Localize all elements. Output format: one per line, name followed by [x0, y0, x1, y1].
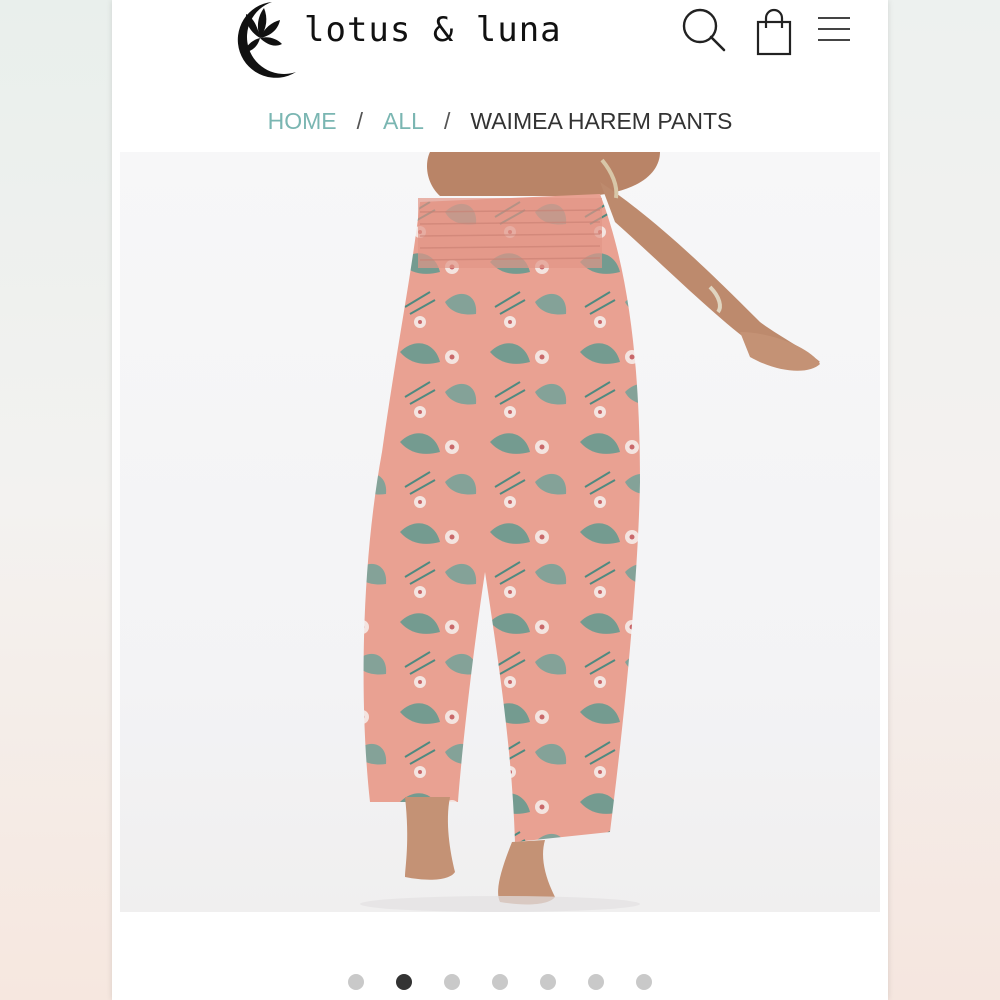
carousel-dot[interactable] — [348, 974, 364, 990]
menu-button[interactable] — [814, 14, 854, 46]
carousel-dots — [112, 974, 888, 990]
background-left — [0, 0, 112, 1000]
breadcrumb: HOME / ALL / WAIMEA HAREM PANTS — [112, 108, 888, 135]
carousel-dot[interactable] — [636, 974, 652, 990]
background-right — [888, 0, 1000, 1000]
product-photo-illustration — [360, 152, 820, 912]
breadcrumb-current: WAIMEA HAREM PANTS — [470, 108, 733, 134]
product-page: lotus & luna HOME / ALL / WAIMEA HAREM PANTS — [112, 0, 888, 1000]
carousel-dot[interactable] — [588, 974, 604, 990]
site-header: lotus & luna — [112, 0, 888, 90]
breadcrumb-all-link[interactable]: ALL — [383, 108, 424, 134]
lotus-moon-logo-icon[interactable] — [220, 0, 300, 82]
shopping-bag-icon — [756, 8, 792, 56]
cart-button[interactable] — [752, 6, 796, 58]
search-button[interactable] — [680, 6, 730, 56]
carousel-dot[interactable] — [492, 974, 508, 990]
carousel-dot-active[interactable] — [396, 974, 412, 990]
product-image[interactable] — [120, 152, 880, 912]
breadcrumb-separator: / — [443, 108, 451, 134]
carousel-dot[interactable] — [540, 974, 556, 990]
search-icon — [682, 8, 726, 52]
hamburger-menu-icon — [818, 17, 850, 41]
breadcrumb-separator: / — [356, 108, 364, 134]
brand-name[interactable]: lotus & luna — [304, 10, 562, 50]
carousel-dot[interactable] — [444, 974, 460, 990]
breadcrumb-home-link[interactable]: HOME — [268, 108, 337, 134]
